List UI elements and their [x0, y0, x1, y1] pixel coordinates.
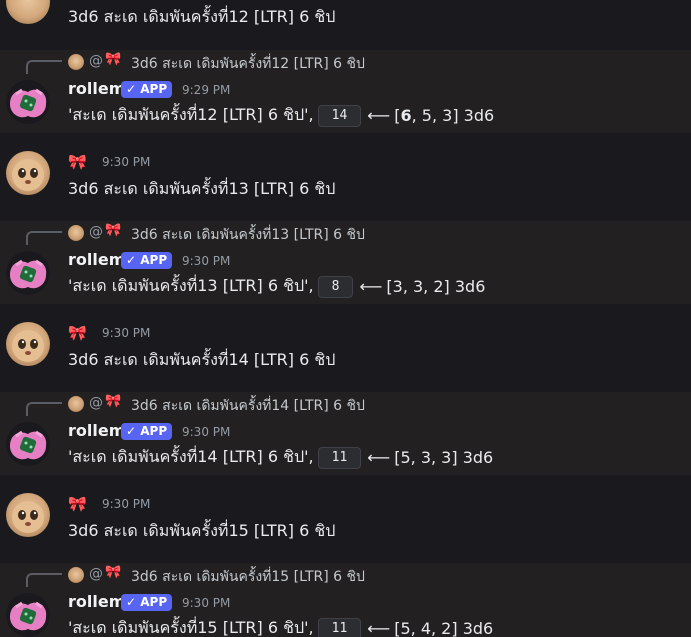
roll-label: 'สะเด เดิมพันครั้งที่15 [LTR] 6 ชิป', [68, 618, 314, 637]
user-message: 🎀 9:30 PM 3d6 สะเด เดิมพันครั้งที่15 [LT… [0, 475, 691, 563]
bot-message: @ 🎀 3d6 สะเด เดิมพันครั้งที่15 [LTR] 6 ช… [0, 563, 691, 637]
message-content: 3d6 สะเด เดิมพันครั้งที่15 [LTR] 6 ชิป [68, 521, 336, 540]
bot-name[interactable]: rollem [68, 592, 125, 611]
roll-label: 'สะเด เดิมพันครั้งที่14 [LTR] 6 ชิป', [68, 447, 314, 466]
bot-message: @ 🎀 3d6 สะเด เดิมพันครั้งที่12 [LTR] 6 ช… [0, 50, 691, 133]
timestamp: 9:30 PM [182, 596, 231, 610]
timestamp: 9:29 PM [182, 83, 231, 97]
reply-preview[interactable]: 3d6 สะเด เดิมพันครั้งที่14 [LTR] 6 ชิป [131, 395, 365, 417]
user-avatar-icon [12, 330, 44, 362]
roll-total: 14 [317, 104, 362, 127]
reply-avatar[interactable] [68, 225, 84, 241]
bow-icon: 🎀 [105, 223, 122, 238]
arrow-icon: ⟵ [367, 106, 391, 125]
reply-preview[interactable]: 3d6 สะเด เดิมพันครั้งที่15 [LTR] 6 ชิป [131, 566, 365, 588]
bow-icon[interactable]: 🎀 [68, 495, 87, 513]
reply-connector [26, 402, 62, 416]
roll-result: 'สะเด เดิมพันครั้งที่13 [LTR] 6 ชิป', 8 … [68, 274, 485, 299]
bot-avatar[interactable] [6, 593, 50, 637]
bow-icon[interactable]: 🎀 [68, 153, 87, 171]
user-avatar-icon [12, 159, 44, 191]
user-avatar-icon [12, 501, 44, 533]
reply-avatar[interactable] [68, 54, 84, 70]
app-badge: ✓ APP [121, 81, 173, 98]
arrow-icon: ⟵ [367, 448, 391, 467]
roll-total: 8 [317, 275, 354, 298]
roll-total: 11 [317, 617, 362, 637]
roll-result: 'สะเด เดิมพันครั้งที่15 [LTR] 6 ชิป', 11… [68, 616, 493, 637]
message-content: 3d6 สะเด เดิมพันครั้งที่14 [LTR] 6 ชิป [68, 350, 336, 369]
user-message: 3d6 สะเด เดิมพันครั้งที่12 [LTR] 6 ชิป [0, 0, 691, 46]
timestamp: 9:30 PM [102, 326, 151, 340]
reply-preview[interactable]: 3d6 สะเด เดิมพันครั้งที่12 [LTR] 6 ชิป [131, 53, 365, 75]
user-message: 🎀 9:30 PM 3d6 สะเด เดิมพันครั้งที่13 [LT… [0, 133, 691, 221]
arrow-icon: ⟵ [367, 619, 391, 637]
user-avatar[interactable] [6, 493, 50, 537]
reply-avatar[interactable] [68, 396, 84, 412]
dice-max: 6 [400, 106, 412, 125]
rollem-avatar-icon [10, 601, 47, 631]
user-avatar[interactable] [6, 322, 50, 366]
reply-mention[interactable]: @ [89, 566, 103, 582]
roll-result: 'สะเด เดิมพันครั้งที่12 [LTR] 6 ชิป', 14… [68, 103, 494, 128]
timestamp: 9:30 PM [102, 155, 151, 169]
user-avatar[interactable] [6, 151, 50, 195]
reply-mention[interactable]: @ [89, 395, 103, 411]
message-feed: 3d6 สะเด เดิมพันครั้งที่12 [LTR] 6 ชิป @… [0, 0, 691, 637]
arrow-icon: ⟵ [359, 277, 383, 296]
reply-connector [26, 573, 62, 587]
bow-icon[interactable]: 🎀 [68, 324, 87, 342]
bot-name[interactable]: rollem [68, 421, 125, 440]
reply-connector [26, 60, 62, 74]
app-badge: ✓ APP [121, 594, 173, 611]
dice-open: [5, 4, 2] 3d6 [394, 619, 494, 637]
roll-total: 11 [317, 446, 362, 469]
bot-avatar[interactable] [6, 80, 50, 124]
rollem-avatar-icon [10, 430, 47, 460]
bot-avatar[interactable] [6, 251, 50, 295]
bot-name[interactable]: rollem [68, 250, 125, 269]
app-badge: ✓ APP [121, 252, 173, 269]
roll-label: 'สะเด เดิมพันครั้งที่12 [LTR] 6 ชิป', [68, 105, 314, 124]
reply-mention[interactable]: @ [89, 53, 103, 69]
user-avatar[interactable] [6, 0, 50, 24]
bow-icon: 🎀 [105, 394, 122, 409]
app-badge: ✓ APP [121, 423, 173, 440]
rollem-avatar-icon [10, 259, 47, 289]
message-content: 3d6 สะเด เดิมพันครั้งที่12 [LTR] 6 ชิป [68, 7, 336, 26]
timestamp: 9:30 PM [182, 254, 231, 268]
dice-open: [5, 3, 3] 3d6 [394, 448, 494, 467]
bot-message: @ 🎀 3d6 สะเด เดิมพันครั้งที่13 [LTR] 6 ช… [0, 221, 691, 304]
reply-avatar[interactable] [68, 567, 84, 583]
roll-result: 'สะเด เดิมพันครั้งที่14 [LTR] 6 ชิป', 11… [68, 445, 493, 470]
message-content: 3d6 สะเด เดิมพันครั้งที่13 [LTR] 6 ชิป [68, 179, 336, 198]
bot-message: @ 🎀 3d6 สะเด เดิมพันครั้งที่14 [LTR] 6 ช… [0, 392, 691, 475]
dice-rest: , 5, 3] 3d6 [411, 106, 495, 125]
rollem-avatar-icon [10, 88, 47, 118]
timestamp: 9:30 PM [102, 497, 151, 511]
bow-icon: 🎀 [105, 565, 122, 580]
reply-preview[interactable]: 3d6 สะเด เดิมพันครั้งที่13 [LTR] 6 ชิป [131, 224, 365, 246]
user-message: 🎀 9:30 PM 3d6 สะเด เดิมพันครั้งที่14 [LT… [0, 304, 691, 392]
reply-mention[interactable]: @ [89, 224, 103, 240]
reply-connector [26, 231, 62, 245]
bot-name[interactable]: rollem [68, 79, 125, 98]
dice-open: [3, 3, 2] 3d6 [386, 277, 486, 296]
bot-avatar[interactable] [6, 422, 50, 466]
roll-label: 'สะเด เดิมพันครั้งที่13 [LTR] 6 ชิป', [68, 276, 314, 295]
bow-icon: 🎀 [105, 52, 122, 67]
timestamp: 9:30 PM [182, 425, 231, 439]
